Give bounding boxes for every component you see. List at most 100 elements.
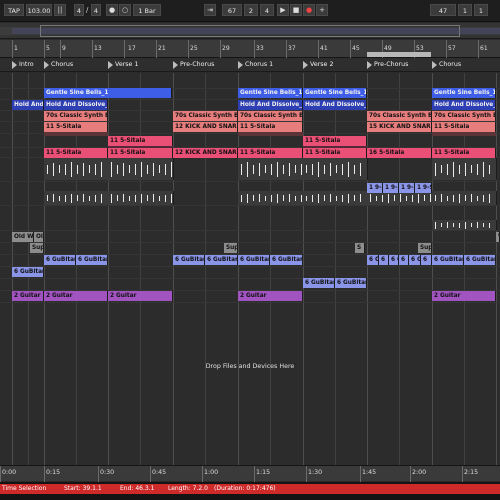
clip-gentle-sine-bells[interactable]: Gentle Sine Bells_1	[44, 88, 172, 98]
locator-pre-chorus[interactable]: Pre-Chorus	[173, 60, 214, 70]
midi-clip[interactable]	[432, 220, 497, 230]
clip-hold-and-dissolve[interactable]: Hold And Dissolve	[12, 100, 44, 110]
clip-old[interactable]: Old	[34, 232, 44, 242]
clip-sitala-pink[interactable]: 16 5-Sitala	[367, 148, 432, 158]
clip-hold-and-dissolve[interactable]: Hold And Dissolve_1	[432, 100, 496, 110]
midi-clip[interactable]	[303, 158, 368, 180]
position-sixteenth[interactable]: 4	[260, 4, 274, 16]
overdub-icon[interactable]: +	[316, 4, 328, 16]
clip-guitar-6[interactable]: 6 GuBitar 5	[335, 278, 367, 288]
clip-synth-bass[interactable]: 70s Classic Synth Bass	[367, 111, 432, 121]
clip-guitar-2[interactable]: 2 Guitar	[44, 291, 108, 301]
record-icon[interactable]: ●	[303, 4, 315, 16]
clip-sitala-pink[interactable]: 11 5-Sitala	[432, 148, 496, 158]
clip-kick-and-snare[interactable]: 15 KICK AND SNARE	[367, 122, 432, 132]
position-beat[interactable]: 2	[244, 4, 258, 16]
clip-guitar-6[interactable]: 6 GuBitar 5	[238, 255, 270, 265]
clip-synth-bass[interactable]: 70s Classic Synth Bass	[432, 111, 496, 121]
clip-gentle-sine-bells[interactable]: Gentle Sine Bells_1	[303, 88, 367, 98]
meter-numerator[interactable]: 4	[74, 4, 84, 16]
follow-icon[interactable]: ⇥	[204, 4, 216, 16]
meter-denominator[interactable]: 4	[91, 4, 101, 16]
clip-guitar-6[interactable]: 6 GuBitar	[12, 267, 44, 277]
midi-clip[interactable]	[44, 158, 109, 180]
clip-hold-and-dissolve[interactable]: Hold And Dissolve_1	[44, 100, 108, 110]
clip-gentle-sine-bells[interactable]: Gentle Sine Bells_1	[432, 88, 496, 98]
clip-sitala-pink[interactable]: 11 5-Sitala	[44, 148, 108, 158]
time-ruler[interactable]: 0:00 0:15 0:30 0:45 1:00 1:15 1:30 1:45 …	[0, 465, 500, 482]
clip-w[interactable]: W	[496, 232, 500, 242]
midi-clip[interactable]	[108, 191, 174, 205]
locator-pre-chorus-2[interactable]: Pre-Chorus	[367, 60, 408, 70]
loop-start-sixteenth[interactable]: 1	[474, 4, 488, 16]
metronome-icon[interactable]: ●	[106, 4, 118, 16]
clip-hold-and-dissolve[interactable]: Hold And Dissolve_1	[303, 100, 367, 110]
locator-chorus[interactable]: Chorus	[44, 60, 73, 70]
midi-clip[interactable]	[432, 158, 497, 180]
clip-guitar-6[interactable]: 6 Gu	[409, 255, 421, 265]
clip-guitar-6[interactable]: 6	[399, 255, 409, 265]
midi-clip[interactable]	[303, 191, 368, 205]
quantize-select[interactable]: 1 Bar	[133, 4, 161, 16]
play-icon[interactable]: ▶	[277, 4, 289, 16]
clip-old-w[interactable]: Old W	[12, 232, 34, 242]
midi-clip[interactable]	[44, 191, 109, 205]
clip-guitar-6[interactable]: 6 GuBitar 5	[44, 255, 76, 265]
loop-start-bar[interactable]: 47	[430, 4, 456, 16]
clip-gentle-sine-bells[interactable]: Gentle Sine Bells_1	[238, 88, 303, 98]
tempo-field[interactable]: 103.00	[26, 4, 52, 16]
clip-sup[interactable]: Sup	[30, 243, 44, 253]
tap-tempo-button[interactable]: TAP	[4, 4, 24, 16]
loop-start-beat[interactable]: 1	[458, 4, 472, 16]
clip-sup[interactable]: Sup	[224, 243, 238, 253]
beat-time-ruler[interactable]: 1 5 9 13 17 21 25 29 33 37 41 45 49 53 5…	[0, 40, 500, 58]
clip-guitar-6[interactable]: 6 Gu	[367, 255, 379, 265]
clip-sitala-pink[interactable]: 11 5-Sitala	[238, 148, 303, 158]
clip-guitar-6[interactable]: 6 GuBitar 5	[432, 255, 464, 265]
clip-synth-bass[interactable]: 70s Classic Synth Bass	[238, 111, 303, 121]
locator-verse-2[interactable]: Verse 2	[303, 60, 333, 70]
midi-clip[interactable]	[432, 191, 497, 205]
midi-clip[interactable]	[238, 191, 304, 205]
clip-guitar-6[interactable]: 6	[421, 255, 432, 265]
clip-sitala[interactable]: 11 5-Sitala	[238, 122, 303, 132]
locator-intro[interactable]: Intro	[12, 60, 34, 70]
clip-hold-and-dissolve[interactable]: Hold And Dissolve_1	[238, 100, 303, 110]
arrangement-view[interactable]: Gentle Sine Bells_1 Gentle Sine Bells_1 …	[0, 73, 500, 465]
clip-guitar-6[interactable]: 6 GuBitar 5	[464, 255, 496, 265]
clip-guitar-6[interactable]: 6 GuBitar 5	[205, 255, 238, 265]
clip-synth-bass[interactable]: 70s Classic Synth Bass	[44, 111, 108, 121]
nudge-icon[interactable]: ||	[54, 4, 66, 16]
clip-guitar-6[interactable]: 6 GuBitar 5	[173, 255, 205, 265]
clip-kick-and-snare[interactable]: 12 KICK AND SNARE	[173, 122, 238, 132]
clip-sitala[interactable]: 11 5-Sitala	[44, 122, 108, 132]
midi-clip[interactable]	[108, 158, 174, 180]
position-bar[interactable]: 67	[222, 4, 242, 16]
arrangement-overview[interactable]	[0, 23, 500, 39]
metronome-options-icon[interactable]: ○	[119, 4, 131, 16]
clip-9s[interactable]: 1 9-S	[383, 183, 399, 193]
clip-kick-and-snare-pink[interactable]: 12 KICK AND SNARE	[173, 148, 238, 158]
clip-guitar-6[interactable]: 6 Gu	[389, 255, 399, 265]
clip-sitala[interactable]: 11 5-Sitala	[432, 122, 496, 132]
midi-clip[interactable]	[238, 158, 304, 180]
loop-brace[interactable]	[367, 52, 431, 57]
clip-sup[interactable]: Sup	[418, 243, 432, 253]
clip-guitar-6[interactable]: 6 GuBitar 5	[76, 255, 108, 265]
clip-9s[interactable]: 1 9-S	[399, 183, 415, 193]
clip-guitar-6[interactable]: 6 GuBitar 5	[303, 278, 335, 288]
clip-guitar-6[interactable]: 6	[379, 255, 389, 265]
midi-clip[interactable]	[367, 191, 433, 205]
locator-chorus-1[interactable]: Chorus 1	[238, 60, 273, 70]
clip-s[interactable]: S	[355, 243, 365, 253]
locator-chorus-2[interactable]: Chorus	[432, 60, 461, 70]
clip-sitala-pink[interactable]: 11 5-Sitala	[108, 148, 173, 158]
clip-guitar-2[interactable]: 2 Guitar	[238, 291, 303, 301]
clip-sitala-pink[interactable]: 11 5-Sitala	[108, 136, 173, 146]
stop-icon[interactable]: ■	[290, 4, 302, 16]
locator-verse-1[interactable]: Verse 1	[108, 60, 138, 70]
clip-sitala-pink[interactable]: 11 5-Sitala	[303, 136, 367, 146]
clip-9s[interactable]: 1 9-S	[415, 183, 432, 193]
clip-guitar-2[interactable]: 2 Guitar	[108, 291, 173, 301]
clip-synth-bass[interactable]: 70s Classic Synth Bass	[173, 111, 238, 121]
